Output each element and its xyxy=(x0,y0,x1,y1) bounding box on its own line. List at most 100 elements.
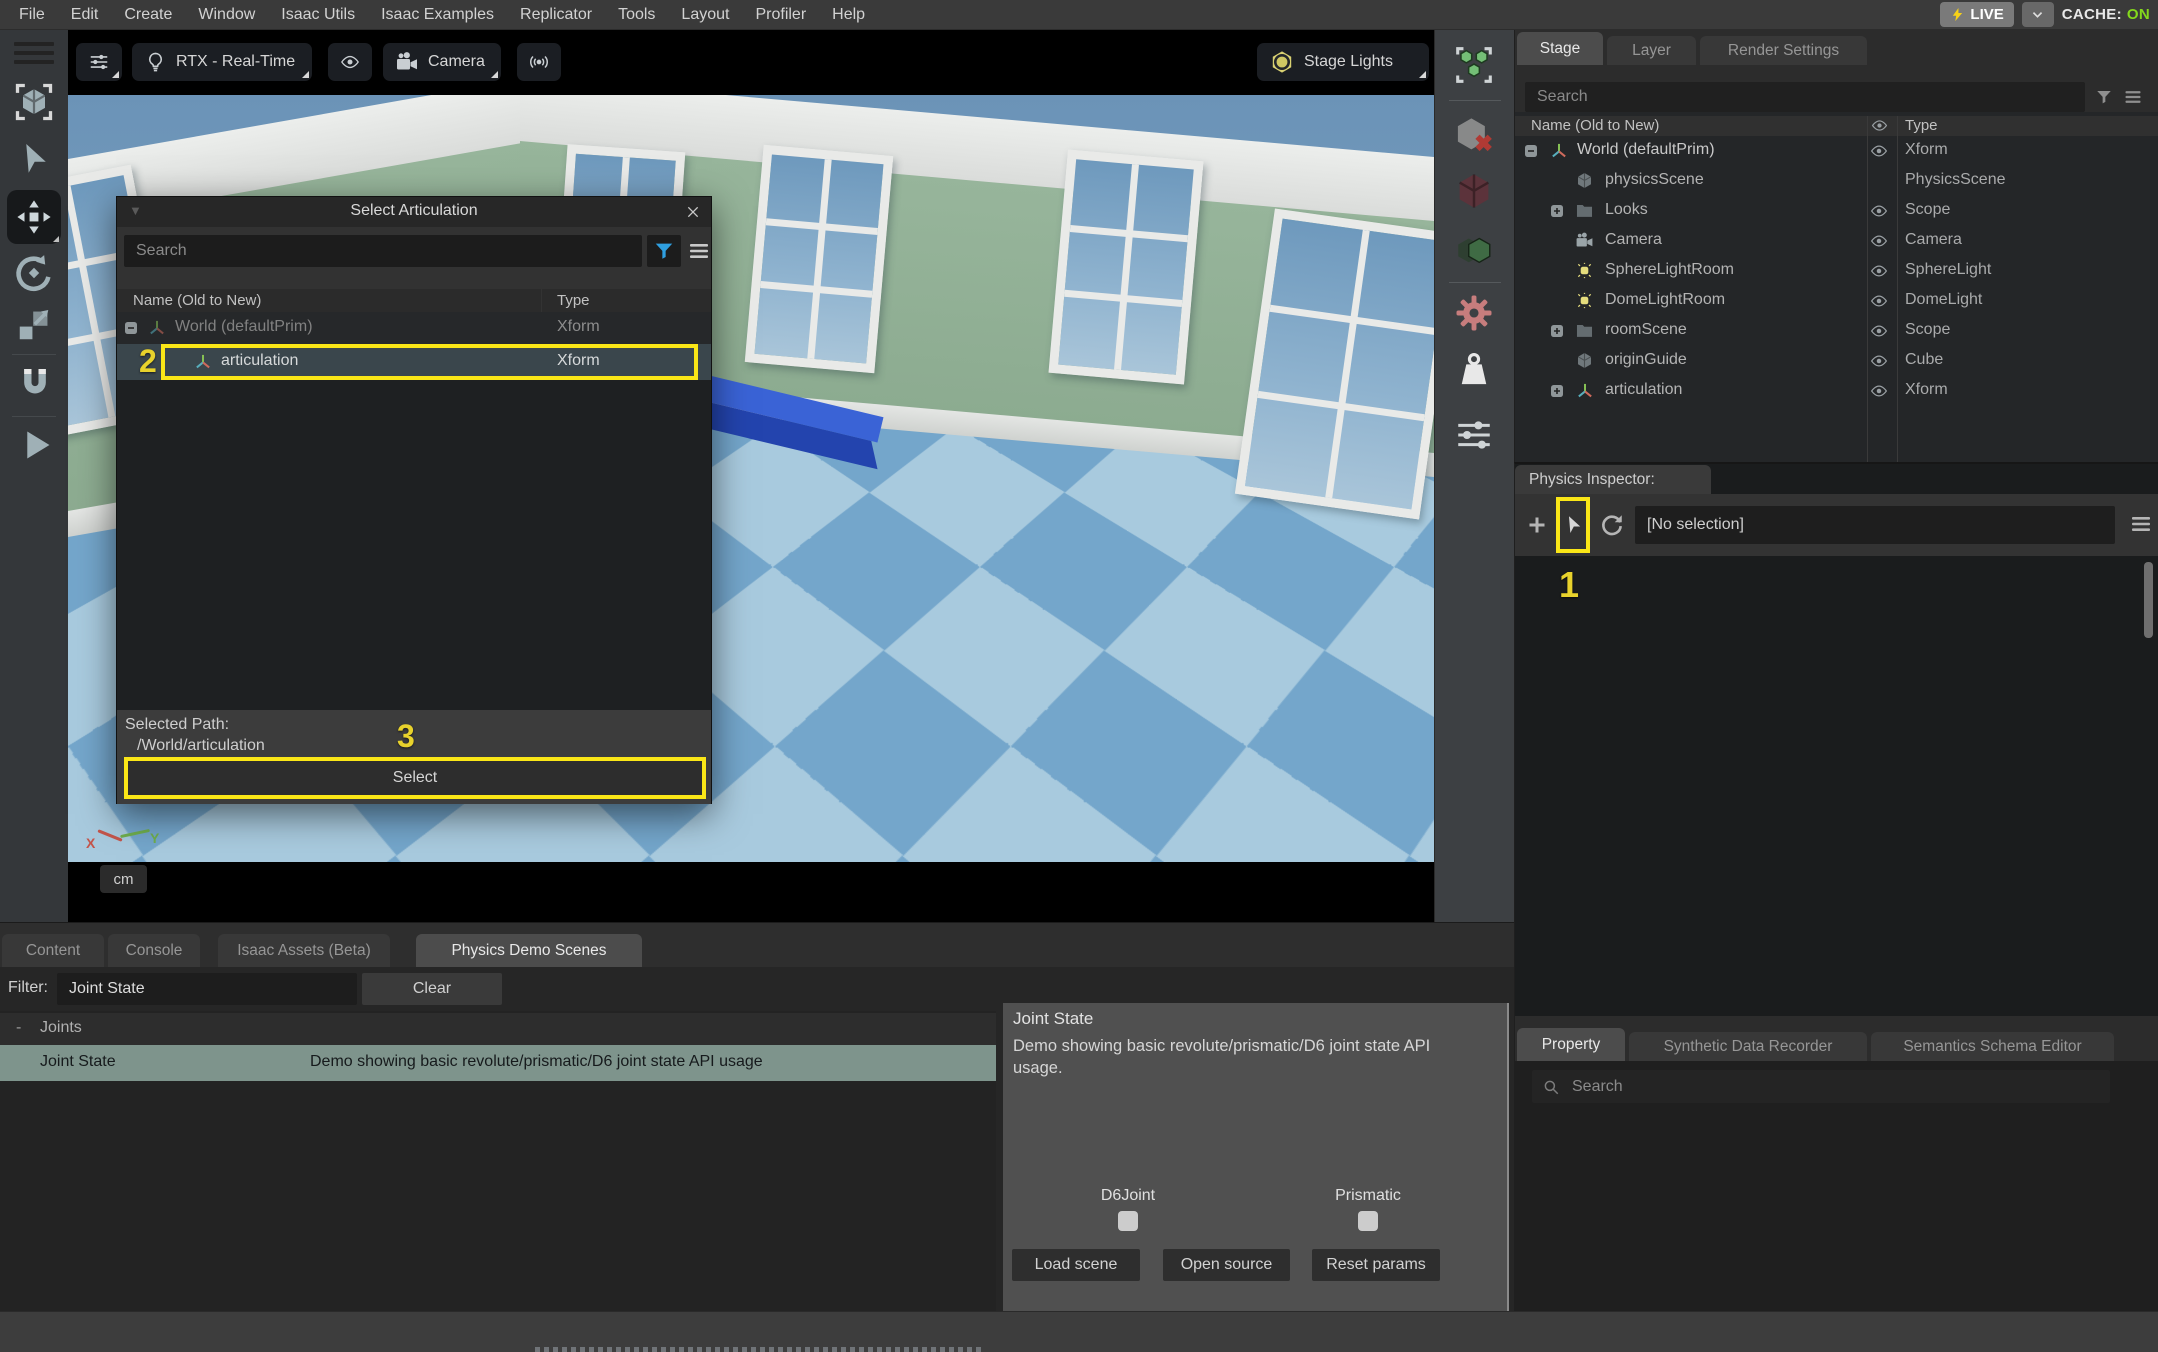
eye-icon[interactable] xyxy=(1870,202,1888,220)
select-articulation-dialog[interactable]: ▼ Select Articulation Name (Old to New) … xyxy=(116,196,712,804)
d6joint-checkbox[interactable] xyxy=(1118,1211,1138,1231)
live-button[interactable]: LIVE xyxy=(1940,2,2013,27)
stage-row-camera[interactable]: Camera Camera xyxy=(1515,226,2158,256)
refresh-icon[interactable] xyxy=(1599,512,1625,538)
reset-params-button[interactable]: Reset params xyxy=(1312,1249,1440,1281)
open-source-button[interactable]: Open source xyxy=(1163,1249,1290,1281)
expand-icon[interactable] xyxy=(1549,323,1565,339)
stage-row-looks[interactable]: Looks Scope xyxy=(1515,196,2158,226)
expand-icon[interactable] xyxy=(1549,383,1565,399)
menu-replicator[interactable]: Replicator xyxy=(507,0,605,30)
eye-icon[interactable] xyxy=(1870,232,1888,250)
tab-property[interactable]: Property xyxy=(1517,1028,1625,1061)
eye-icon[interactable] xyxy=(1870,382,1888,400)
menu-create[interactable]: Create xyxy=(111,0,185,30)
stage-row-physicsscene[interactable]: physicsScene PhysicsScene xyxy=(1515,166,2158,196)
menu-edit[interactable]: Edit xyxy=(58,0,112,30)
tab-console[interactable]: Console xyxy=(108,934,200,967)
live-dropdown-button[interactable] xyxy=(2022,2,2054,27)
close-icon[interactable] xyxy=(685,204,701,220)
physics-debug-icon[interactable] xyxy=(1453,414,1495,456)
eye-icon[interactable] xyxy=(1870,322,1888,340)
collapse-icon[interactable] xyxy=(1523,143,1539,159)
select-button[interactable]: Select xyxy=(128,761,702,795)
property-panel: Property Synthetic Data Recorder Semanti… xyxy=(1514,1016,2158,1311)
stage-row-world[interactable]: World (defaultPrim) Xform xyxy=(1515,136,2158,166)
audio-button[interactable] xyxy=(517,43,561,81)
joints-group-header[interactable]: - Joints xyxy=(0,1013,996,1045)
menu-window[interactable]: Window xyxy=(185,0,268,30)
camera-button[interactable]: Camera xyxy=(383,43,501,81)
stage-row-spherelightroom[interactable]: SphereLightRoom SphereLight xyxy=(1515,256,2158,286)
dialog-filter-button[interactable] xyxy=(647,235,681,267)
add-icon[interactable] xyxy=(1525,513,1549,537)
cache-value: ON xyxy=(2127,6,2150,23)
eye-icon[interactable] xyxy=(1870,352,1888,370)
renderer-button[interactable]: RTX - Real-Time xyxy=(132,43,312,81)
tab-physics-demo-scenes[interactable]: Physics Demo Scenes xyxy=(416,934,642,967)
dialog-row-world[interactable]: World (defaultPrim) Xform xyxy=(117,312,711,344)
inspector-options-icon[interactable] xyxy=(2129,512,2153,536)
dialog-title-bar[interactable]: ▼ Select Articulation xyxy=(117,197,711,228)
folder-icon xyxy=(1575,321,1594,340)
tab-content[interactable]: Content xyxy=(2,934,104,967)
stage-row-domelightroom[interactable]: DomeLightRoom DomeLight xyxy=(1515,286,2158,316)
menu-layout[interactable]: Layout xyxy=(668,0,742,30)
tab-semantics-schema-editor[interactable]: Semantics Schema Editor xyxy=(1871,1032,2114,1061)
clear-button[interactable]: Clear xyxy=(362,973,502,1005)
menu-profiler[interactable]: Profiler xyxy=(742,0,819,30)
menu-isaac-examples[interactable]: Isaac Examples xyxy=(368,0,507,30)
rotate-tool[interactable] xyxy=(13,252,55,294)
tab-isaac-assets[interactable]: Isaac Assets (Beta) xyxy=(218,934,390,967)
stage-row-roomscene[interactable]: roomScene Scope xyxy=(1515,316,2158,346)
select-tool[interactable] xyxy=(16,140,54,178)
viewport-settings-button[interactable] xyxy=(76,43,122,81)
stage-row-originguide[interactable]: originGuide Cube xyxy=(1515,346,2158,376)
menu-file[interactable]: File xyxy=(6,0,58,30)
dialog-search-input[interactable] xyxy=(124,235,642,267)
mass-properties-icon[interactable] xyxy=(1453,350,1495,392)
play-button[interactable] xyxy=(17,426,55,464)
demo-row-joint-state[interactable]: Joint State Demo showing basic revolute/… xyxy=(0,1045,996,1081)
stage-lights-button[interactable]: Stage Lights xyxy=(1257,43,1429,81)
stage-row-articulation[interactable]: articulation Xform xyxy=(1515,376,2158,406)
stage-lights-label: Stage Lights xyxy=(1304,53,1393,71)
menu-help[interactable]: Help xyxy=(819,0,878,30)
stage-search-input[interactable] xyxy=(1525,82,2085,112)
load-scene-button[interactable]: Load scene xyxy=(1012,1249,1140,1281)
physics-authoring-icon[interactable] xyxy=(1451,42,1497,88)
menu-isaac-utils[interactable]: Isaac Utils xyxy=(268,0,368,30)
prismatic-checkbox[interactable] xyxy=(1358,1211,1378,1231)
tab-render-settings[interactable]: Render Settings xyxy=(1700,36,1867,65)
physics-settings-gear-icon[interactable] xyxy=(1453,292,1495,334)
lightbulb-icon xyxy=(144,51,167,74)
scrollbar-thumb[interactable] xyxy=(2144,562,2153,638)
disable-simulation-icon[interactable] xyxy=(1453,114,1495,156)
eye-icon[interactable] xyxy=(1870,142,1888,160)
toolbar-menu-icon[interactable] xyxy=(14,42,54,69)
snap-tool[interactable] xyxy=(15,364,55,404)
stage-options-icon[interactable] xyxy=(2123,87,2143,107)
expand-icon[interactable] xyxy=(1549,203,1565,219)
light-icon xyxy=(1575,261,1594,280)
tab-synthetic-data-recorder[interactable]: Synthetic Data Recorder xyxy=(1629,1032,1867,1061)
eye-icon[interactable] xyxy=(1870,262,1888,280)
menu-tools[interactable]: Tools xyxy=(605,0,668,30)
collapse-icon[interactable] xyxy=(123,320,139,336)
filter-input[interactable] xyxy=(57,973,357,1005)
selection-dropdown[interactable]: [No selection] xyxy=(1635,506,2115,544)
tab-layer[interactable]: Layer xyxy=(1607,36,1696,65)
unit-button[interactable]: cm xyxy=(100,865,147,893)
eye-icon[interactable] xyxy=(1870,292,1888,310)
move-tool-active[interactable] xyxy=(7,190,61,244)
selection-mode-tool[interactable] xyxy=(12,80,56,124)
tab-stage[interactable]: Stage xyxy=(1517,32,1603,65)
collider-cube-icon[interactable] xyxy=(1453,170,1495,212)
dialog-options-icon[interactable] xyxy=(687,239,711,263)
physics-material-icon[interactable] xyxy=(1453,228,1495,270)
stage-filter-icon[interactable] xyxy=(2095,88,2113,106)
pick-cursor-icon[interactable] xyxy=(1563,514,1585,536)
visibility-button[interactable] xyxy=(328,43,372,81)
property-search-input[interactable] xyxy=(1532,1070,2110,1103)
scale-tool[interactable] xyxy=(15,306,53,344)
